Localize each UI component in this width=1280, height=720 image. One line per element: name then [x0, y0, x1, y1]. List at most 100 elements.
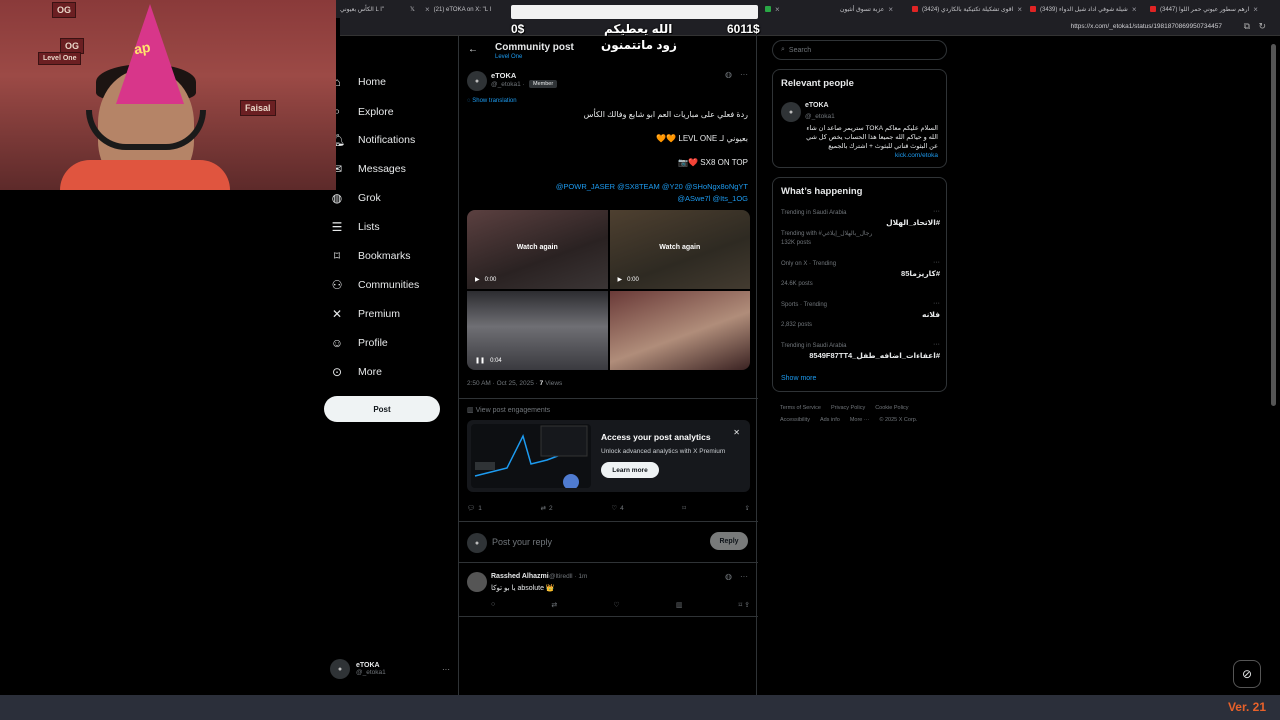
browser-tab[interactable]: عزبة تسوق أنثيون ×: [840, 2, 910, 16]
more-icon[interactable]: ···: [933, 259, 940, 266]
trend-item[interactable]: Trending in Saudi Arabia ··· #اعفاءات_اض…: [781, 341, 940, 365]
video-tile[interactable]: Watch again ▶ 0:00: [609, 210, 751, 289]
commenter-avatar[interactable]: [467, 572, 487, 592]
more-icon[interactable]: ···: [740, 70, 748, 79]
footer-link[interactable]: Terms of Service: [780, 405, 821, 411]
back-arrow-icon[interactable]: ←: [468, 44, 478, 55]
browser-tab[interactable]: ×: [765, 2, 805, 16]
more-icon[interactable]: ···: [442, 665, 450, 674]
bookmark-button[interactable]: ⌑: [682, 504, 685, 512]
close-icon[interactable]: ×: [1017, 5, 1022, 14]
browser-tab[interactable]: الكأس بعيوني L ا": [340, 2, 420, 16]
community-link[interactable]: Level One: [495, 54, 522, 60]
close-icon[interactable]: ×: [775, 5, 780, 14]
more-icon[interactable]: ···: [933, 300, 940, 307]
account-switcher[interactable]: ● eTOKA @_etoka1 ···: [330, 658, 450, 680]
author-handle[interactable]: @_etoka1 ·: [491, 81, 525, 88]
play-icon[interactable]: ▶: [618, 276, 623, 283]
pause-icon[interactable]: ❚❚: [475, 357, 485, 364]
video-controls[interactable]: ❚❚ 0:04: [475, 357, 502, 365]
reply-submit-button[interactable]: Reply: [710, 532, 748, 550]
close-icon[interactable]: ×: [888, 5, 893, 14]
sidebar-item-notifications[interactable]: 🔔︎ Notifications: [330, 133, 415, 147]
more-icon[interactable]: ···: [933, 341, 940, 348]
footer-links: Terms of Service Privacy Policy Cookie Pol…: [780, 402, 950, 426]
reply-count: 1: [478, 504, 482, 512]
footer-link[interactable]: Ads info: [820, 417, 840, 423]
mentions-line[interactable]: @ASwe7l @Its_1OG: [677, 194, 748, 203]
scrollbar[interactable]: [1271, 44, 1276, 406]
video-controls[interactable]: ▶ 0:00: [618, 276, 639, 284]
browser-tab[interactable]: (3439) شيلة شوفي اداد شيل الدواء ×: [1030, 2, 1140, 16]
address-bar[interactable]: https://x.com/_etoka1/status/19818708699…: [340, 18, 1280, 36]
author-avatar[interactable]: ●: [467, 71, 487, 91]
mentions-line[interactable]: @POWR_JASER @SX8TEAM @Y20 @SHoNgx8oNgYT: [556, 182, 748, 191]
footer-link[interactable]: More ···: [850, 417, 870, 423]
reload-icon[interactable]: ↻: [1258, 21, 1266, 32]
comment-text: يا بو توكا absolute 👑: [491, 585, 555, 592]
sidebar-item-explore[interactable]: ⌕ Explore: [330, 104, 394, 119]
footer-link[interactable]: Cookie Policy: [875, 405, 908, 411]
browser-tab[interactable]: (3424) اقوى تشكيلة تكتيكية بالكاردي ×: [912, 2, 1022, 16]
trend-item[interactable]: Trending in Saudi Arabia ··· #الاتحاد_ال…: [781, 208, 940, 248]
trend-item[interactable]: Sports · Trending ··· فلانه 2,832 posts: [781, 300, 940, 332]
watch-again-label[interactable]: Watch again: [467, 244, 608, 251]
search-input[interactable]: ⌕ Search: [772, 40, 947, 60]
learn-more-button[interactable]: Learn more: [601, 462, 659, 478]
x-tab-favicon[interactable]: 𝕏: [410, 2, 424, 16]
author-name[interactable]: eTOKA: [491, 71, 516, 80]
reply-icon[interactable]: ○: [491, 601, 495, 609]
bookmark-icon[interactable]: ⌑ ⇪: [739, 601, 750, 609]
sidebar-item-lists[interactable]: ☰ Lists: [330, 220, 380, 234]
reply-input[interactable]: Post your reply: [492, 537, 552, 547]
user-avatar[interactable]: ●: [467, 533, 487, 553]
commenter-name[interactable]: Rasshed Alhazmi: [491, 573, 549, 580]
url-text[interactable]: https://x.com/_etoka1/status/19818708699…: [1071, 23, 1222, 30]
sidebar-item-messages[interactable]: ✉ Messages: [330, 162, 406, 176]
share-button[interactable]: ⇪: [745, 504, 750, 512]
repost-icon[interactable]: ⇄: [551, 601, 557, 609]
more-icon[interactable]: ···: [933, 208, 940, 215]
sidebar-item-communities[interactable]: ⚇ Communities: [330, 278, 420, 292]
play-icon[interactable]: ▶: [475, 276, 480, 283]
grok-icon[interactable]: ◍: [725, 572, 732, 581]
browser-tab[interactable]: (3447) ارهم سطور عيوني حمر اللوا ×: [1150, 2, 1260, 16]
relevant-person-handle[interactable]: @_etoka1: [805, 113, 835, 120]
sidebar-item-home[interactable]: ⌂ Home: [330, 75, 386, 89]
sidebar-item-profile[interactable]: ☺ Profile: [330, 336, 388, 350]
engagements-link[interactable]: ▥ View post engagements: [467, 406, 550, 414]
like-button[interactable]: ♡ 4: [611, 504, 623, 513]
sidebar-item-more[interactable]: ⊙ More: [330, 365, 382, 379]
footer-link[interactable]: Accessibility: [780, 417, 810, 423]
close-icon[interactable]: ×: [1132, 5, 1137, 14]
trend-item[interactable]: Only on X · Trending ··· #كاريزما85 24.6…: [781, 259, 940, 291]
show-more-link[interactable]: Show more: [781, 375, 816, 382]
close-icon[interactable]: ×: [425, 5, 430, 14]
grok-float-button[interactable]: ⊘: [1233, 660, 1261, 688]
browser-tab-active[interactable]: × (21) eTOKA on X: "L ا: [425, 2, 517, 16]
close-icon[interactable]: ✕: [733, 428, 740, 437]
post-text-line: ردة فعلي على مباريات العم ابو شايع وفالك…: [583, 110, 748, 119]
grok-icon[interactable]: ◍: [725, 70, 732, 79]
chart-icon[interactable]: ▥: [676, 601, 683, 609]
repost-button[interactable]: ⇄ 2: [541, 504, 553, 513]
translate-link[interactable]: ◌ Show translation: [467, 98, 517, 104]
watch-again-label[interactable]: Watch again: [610, 244, 751, 251]
sidebar-item-grok[interactable]: ◍ Grok: [330, 191, 381, 205]
image-tile[interactable]: [609, 291, 750, 370]
more-icon[interactable]: ···: [740, 572, 748, 581]
reply-button[interactable]: 💬︎ 1: [467, 504, 482, 513]
video-tile[interactable]: ❚❚ 0:04: [467, 291, 608, 370]
footer-link[interactable]: Privacy Policy: [831, 405, 865, 411]
bio-link[interactable]: kick.com/etoka: [895, 152, 938, 159]
close-icon[interactable]: ×: [1253, 5, 1258, 14]
video-controls[interactable]: ▶ 0:00: [475, 276, 496, 284]
sidebar-item-bookmarks[interactable]: ⌑ Bookmarks: [330, 249, 411, 263]
heart-icon[interactable]: ♡: [613, 601, 619, 609]
copy-icon[interactable]: ⧉: [1244, 21, 1250, 32]
video-tile[interactable]: Watch again ▶ 0:00: [467, 210, 608, 289]
relevant-person-name[interactable]: eTOKA: [805, 102, 829, 109]
sidebar-item-premium[interactable]: ✕ Premium: [330, 307, 400, 321]
relevant-person-avatar[interactable]: ●: [781, 102, 801, 122]
post-button[interactable]: Post: [324, 396, 440, 422]
